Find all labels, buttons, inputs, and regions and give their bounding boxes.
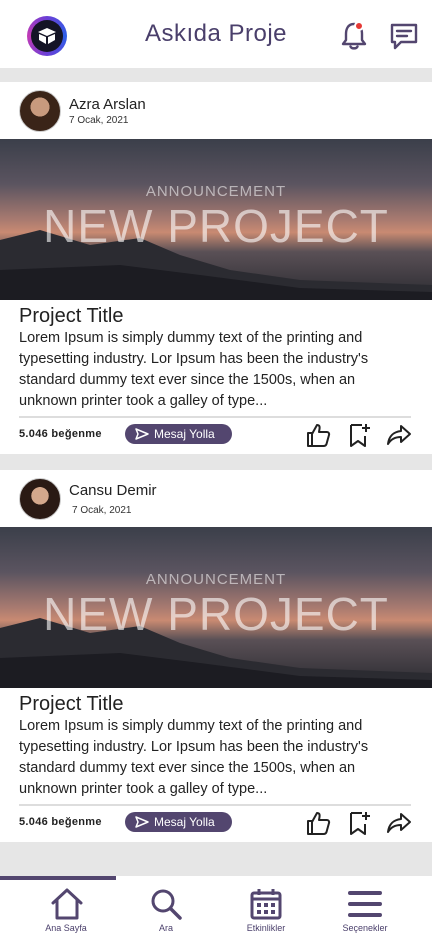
post-date: 7 Ocak, 2021 (72, 505, 132, 516)
top-bar: Askıda Proje (0, 0, 432, 68)
post-title[interactable]: Project Title (19, 305, 123, 328)
send-message-label: Mesaj Yolla (154, 815, 215, 829)
nav-label: Ara (158, 923, 173, 933)
send-message-button[interactable]: Mesaj Yolla (125, 812, 232, 832)
like-count[interactable]: 5.046 beğenme (19, 428, 102, 440)
app-root: Askıda Proje Azra Arslan 7 Ocak, 2021 AN… (0, 0, 432, 938)
bookmark-add-icon[interactable] (346, 422, 372, 448)
banner-title: NEW PROJECT (43, 588, 389, 640)
post-title[interactable]: Project Title (19, 693, 123, 716)
bookmark-add-icon[interactable] (346, 810, 372, 836)
avatar[interactable] (19, 90, 61, 132)
post-banner-image[interactable]: ANNOUNCEMENT NEW PROJECT (0, 527, 432, 688)
post-body: Lorem Ipsum is simply dummy text of the … (19, 330, 369, 409)
divider (19, 416, 411, 418)
nav-item-home[interactable]: Ana Sayfa (12, 876, 120, 938)
menu-icon (348, 891, 382, 917)
like-count[interactable]: 5.046 beğenme (19, 816, 102, 828)
send-message-button[interactable]: Mesaj Yolla (125, 424, 232, 444)
send-icon (135, 816, 149, 828)
banner-subtitle: ANNOUNCEMENT (145, 571, 287, 588)
post-body: Lorem Ipsum is simply dummy text of the … (19, 718, 369, 797)
nav-label: Seçenekler (342, 923, 388, 933)
post-card: Cansu Demir 7 Ocak, 2021 ANNOUNCEMENT NE… (0, 470, 432, 842)
avatar[interactable] (19, 478, 61, 520)
send-message-label: Mesaj Yolla (154, 427, 215, 441)
notification-dot (354, 21, 364, 31)
post-author[interactable]: Azra Arslan (69, 96, 146, 113)
divider (19, 804, 411, 806)
like-icon[interactable] (305, 422, 331, 448)
nav-item-options[interactable]: Seçenekler (311, 876, 419, 938)
bottom-navigation: Ana Sayfa Ara Etkinlikler Seçenekler (0, 876, 432, 938)
post-date: 7 Ocak, 2021 (69, 115, 129, 126)
nav-label: Ana Sayfa (45, 923, 87, 933)
post-banner-image[interactable]: ANNOUNCEMENT NEW PROJECT (0, 139, 432, 300)
calendar-icon (250, 889, 282, 920)
post-card: Azra Arslan 7 Ocak, 2021 ANNOUNCEMENT NE… (0, 82, 432, 454)
send-icon (135, 428, 149, 440)
nav-label: Etkinlikler (246, 923, 286, 933)
search-icon (151, 889, 182, 920)
nav-item-events[interactable]: Etkinlikler (212, 876, 320, 938)
share-icon[interactable] (386, 810, 412, 836)
banner-subtitle: ANNOUNCEMENT (145, 183, 287, 200)
like-icon[interactable] (305, 810, 331, 836)
message-icon[interactable] (388, 20, 420, 52)
banner-title: NEW PROJECT (43, 200, 389, 252)
home-icon (51, 888, 83, 920)
nav-item-search[interactable]: Ara (112, 876, 220, 938)
share-icon[interactable] (386, 422, 412, 448)
post-author[interactable]: Cansu Demir (69, 482, 157, 499)
